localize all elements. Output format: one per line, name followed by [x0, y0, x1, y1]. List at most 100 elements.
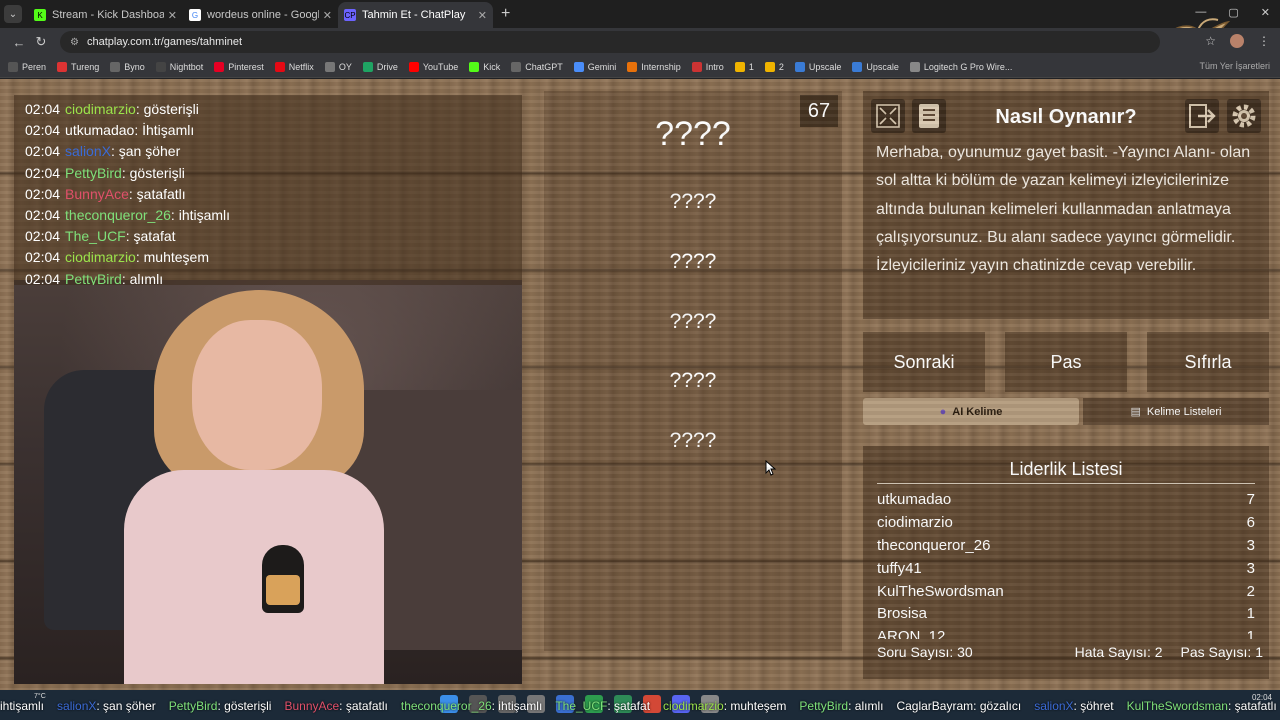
chat-text: İhtişamlı	[142, 122, 195, 139]
chat-separator: :	[134, 122, 143, 139]
ticker-message: şatafatlı	[345, 699, 388, 713]
netflix-icon	[274, 61, 285, 72]
bookmark-item[interactable]: 2	[764, 61, 784, 72]
settings-button[interactable]	[1227, 99, 1261, 133]
bookmark-item[interactable]: ChatGPT	[511, 61, 563, 72]
ticker-username: salionX	[57, 699, 97, 713]
bookmark-label: Gemini	[587, 61, 617, 72]
leaderboard-row: theconqueror_26 3	[877, 535, 1255, 558]
player-name: Brosisa	[877, 605, 928, 623]
oy-icon	[324, 61, 335, 72]
player-name: utkumadao	[877, 491, 952, 508]
bookmark-label: Upscale	[866, 61, 899, 72]
chat-time: 02:04	[25, 249, 61, 266]
site-info-icon[interactable]: ⚙	[70, 37, 79, 48]
close-window-icon[interactable]: ✕	[1261, 6, 1270, 19]
bookmark-item[interactable]: Gemini	[573, 61, 617, 72]
ticker-username: BunnyAce	[284, 699, 340, 713]
bookmark-label: OY	[338, 61, 352, 72]
ticker-message: alımlı	[854, 699, 884, 713]
byno-icon	[110, 61, 121, 72]
bookmark-item[interactable]: Upscale	[794, 61, 841, 72]
bookmark-item[interactable]: Internship	[627, 61, 681, 72]
bookmark-item[interactable]: Upscale	[852, 61, 899, 72]
bookmarks-bar: Peren Tureng Byno Nightbot Pinterest Netflix O…	[0, 56, 1280, 78]
chat-time: 02:04	[25, 207, 61, 224]
word-lists-tab[interactable]: ▤ Kelime Listeleri	[1083, 398, 1269, 425]
player-name: theconqueror_26	[877, 536, 991, 554]
ticker-username: ciodimarzio	[663, 699, 724, 713]
player-name: tuffy41	[877, 559, 922, 577]
bookmark-item[interactable]: Nightbot	[155, 61, 204, 72]
bookmark-item[interactable]: Logitech G Pro Wire...	[909, 61, 1012, 72]
leaderboard-row: utkumadao 7	[877, 489, 1255, 512]
chat-username: The_UCF	[65, 228, 126, 245]
bookmark-item[interactable]: Netflix	[274, 61, 314, 72]
bookmark-item[interactable]: Tureng	[57, 61, 99, 72]
tab-title: Tahmin Et - ChatPlay	[362, 9, 466, 21]
chat-separator: :	[121, 164, 130, 181]
browser-tab[interactable]: K Stream - Kick Dashboard ✕	[28, 2, 183, 28]
bookmark-item[interactable]: Drive	[362, 61, 398, 72]
internship-icon	[627, 61, 638, 72]
how-to-play-text: Merhaba, oyunumuz gayet basit. -Yayıncı …	[876, 144, 1251, 275]
webcam-feed	[14, 280, 522, 684]
infinity-icon	[734, 61, 745, 72]
ticker-message: şatafat	[614, 699, 651, 713]
upscale-icon	[794, 61, 805, 72]
ticker-message: ihtişamlı	[0, 699, 45, 713]
close-tab-icon[interactable]: ✕	[323, 9, 332, 22]
pass-button[interactable]: Pas	[1005, 332, 1127, 392]
browser-menu-icon[interactable]: ⋮	[1258, 34, 1270, 48]
chat-text: şatafat	[133, 228, 176, 245]
ai-words-tab[interactable]: ● AI Kelime	[863, 398, 1079, 425]
exit-button[interactable]	[1185, 99, 1219, 133]
chat-message: 02:04 BunnyAce: şatafatlı	[25, 184, 511, 205]
chat-time: 02:04	[25, 143, 61, 160]
chat-separator: :	[121, 270, 130, 285]
player-score: 1	[1246, 628, 1255, 639]
profile-avatar[interactable]	[1230, 34, 1244, 48]
bookmark-item[interactable]: Pinterest	[214, 61, 264, 72]
leaderboard-list[interactable]: utkumadao 7 ciodimarzio 6 theconqueror_26 3 tu…	[877, 489, 1255, 639]
bookmark-star-icon[interactable]: ☆	[1205, 34, 1216, 48]
close-tab-icon[interactable]: ✕	[168, 9, 177, 22]
chat-time: 02:04	[25, 228, 61, 245]
back-icon[interactable]: ←	[8, 35, 30, 50]
reload-icon[interactable]: ↻	[30, 34, 52, 50]
browser-tab[interactable]: CP Tahmin Et - ChatPlay ✕	[338, 2, 493, 28]
close-tab-icon[interactable]: ✕	[478, 9, 487, 22]
all-bookmarks-link[interactable]: Tüm Yer İşaretleri	[1199, 61, 1270, 71]
bookmark-item[interactable]: Peren	[8, 61, 46, 72]
mouse-cursor-icon	[765, 460, 777, 476]
gemini-icon	[573, 61, 584, 72]
bookmark-label: Nightbot	[169, 61, 204, 72]
bookmark-item[interactable]: Intro	[691, 61, 724, 72]
tab-search-button[interactable]: ⌄	[4, 5, 22, 23]
url-input[interactable]: ⚙ chatplay.com.tr/games/tahminet	[60, 31, 1160, 53]
chat-username: theconqueror_26	[65, 207, 171, 224]
player-name: ciodimarzio	[877, 513, 953, 531]
ticker-message: muhteşem	[730, 699, 787, 713]
forbidden-word: ????	[669, 369, 717, 393]
next-button[interactable]: Sonraki	[863, 332, 985, 392]
chat-time: 02:04	[25, 164, 61, 181]
bookmark-item[interactable]: Kick	[469, 61, 500, 72]
bookmark-item[interactable]: 1	[734, 61, 754, 72]
bookmark-item[interactable]: Byno	[110, 61, 145, 72]
kick-icon	[469, 61, 480, 72]
pinterest-icon	[214, 61, 225, 72]
browser-tab[interactable]: Gwordeus online - Google'da Ara ✕	[183, 2, 338, 28]
bookmark-item[interactable]: YouTube	[408, 61, 458, 72]
leaderboard-row: ciodimarzio 6	[877, 512, 1255, 535]
robot-icon: ●	[939, 405, 947, 418]
leaderboard-row: Brosisa 1	[877, 603, 1255, 626]
new-tab-button[interactable]: +	[501, 5, 510, 23]
ticker-separator: :	[1227, 699, 1235, 713]
kick-icon: K	[34, 9, 46, 21]
chat-username: utkumadao	[65, 122, 135, 139]
reset-button[interactable]: Sıfırla	[1147, 332, 1269, 392]
clock[interactable]: 02:04	[1252, 693, 1272, 702]
bookmark-item[interactable]: OY	[324, 61, 352, 72]
chat-ticker: ihtişamlı salionX: şan şöher PettyBird: gö…	[0, 699, 1280, 713]
